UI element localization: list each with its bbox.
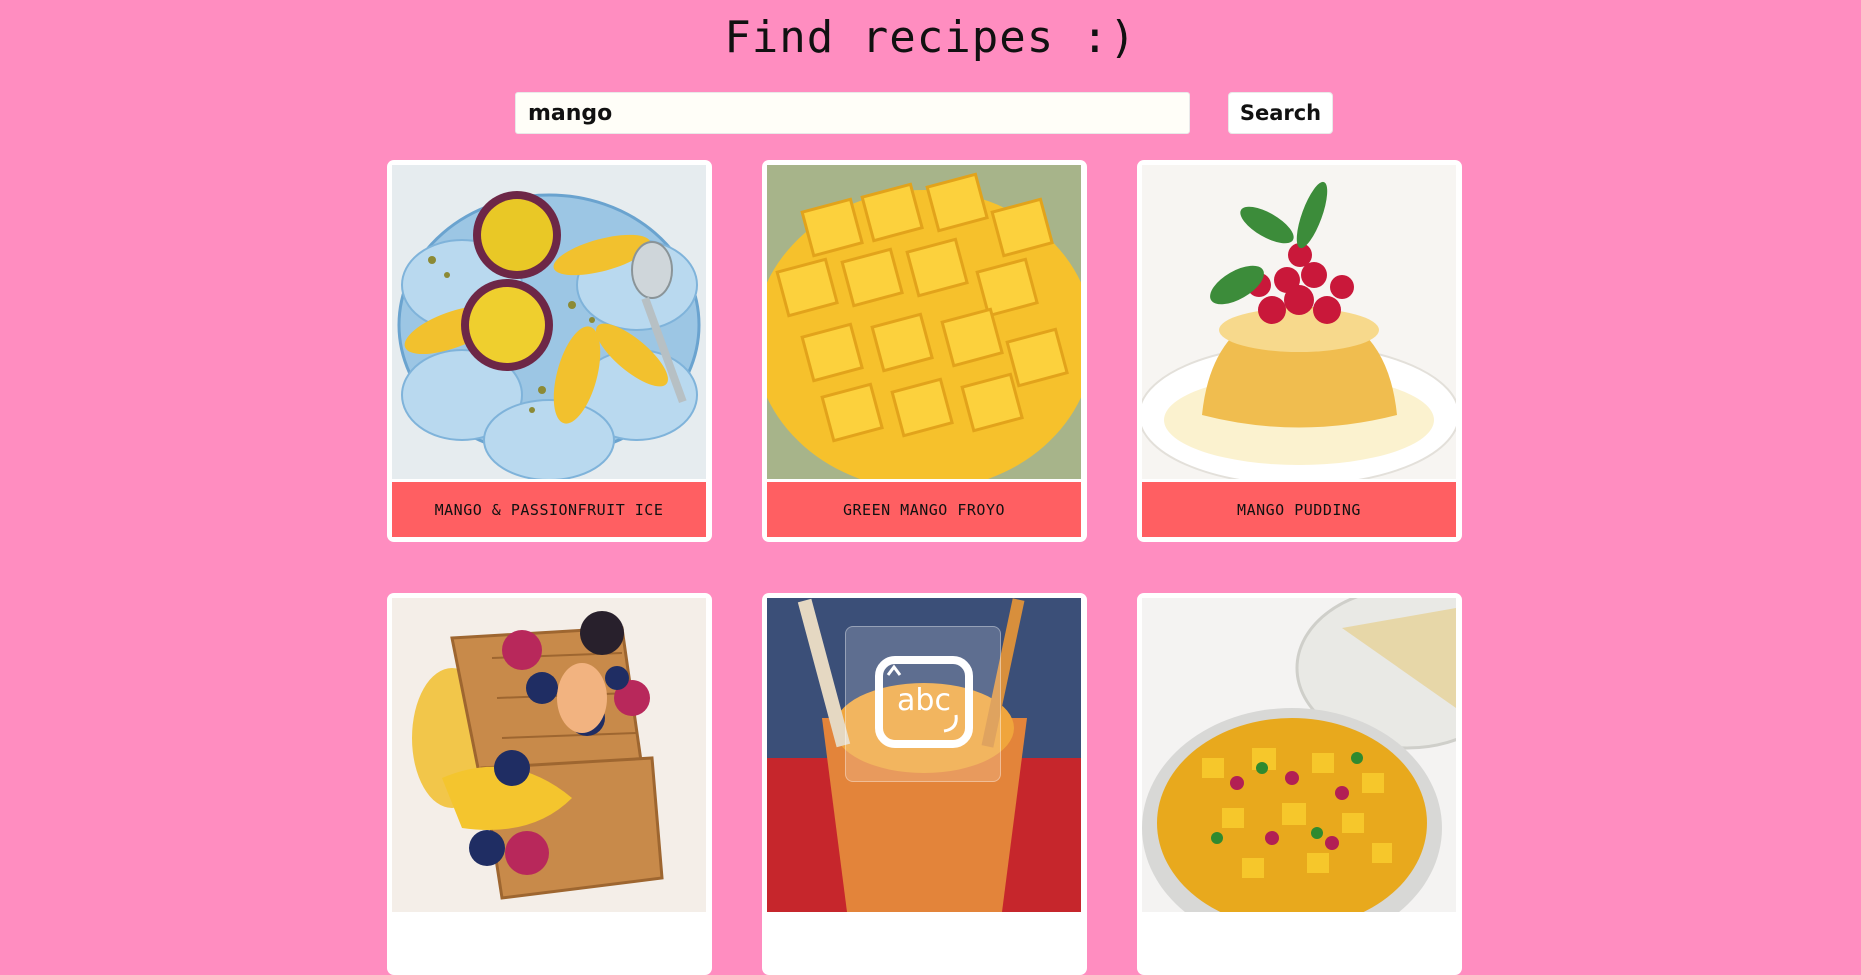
recipe-card[interactable]: abc xyxy=(762,593,1087,975)
recipe-card[interactable]: MANGO PUDDING xyxy=(1137,160,1462,542)
text-recognition-overlay[interactable]: abc xyxy=(845,626,1001,782)
recipe-title: MANGO PUDDING xyxy=(1142,482,1456,537)
recipe-image xyxy=(392,598,706,912)
recipe-card[interactable] xyxy=(387,593,712,975)
recipe-title: MANGO & PASSIONFRUIT ICE xyxy=(392,482,706,537)
search-input[interactable] xyxy=(515,92,1190,134)
recipe-card[interactable] xyxy=(1137,593,1462,975)
overlay-text: abc xyxy=(897,683,951,718)
recipe-image xyxy=(767,165,1081,479)
recipe-image xyxy=(1142,598,1456,912)
search-button[interactable]: Search xyxy=(1228,92,1333,134)
recipe-image xyxy=(392,165,706,479)
page-title: Find recipes :) xyxy=(724,12,1137,63)
recipe-image: abc xyxy=(767,598,1081,912)
recipe-card[interactable]: MANGO & PASSIONFRUIT ICE xyxy=(387,160,712,542)
recipe-title: GREEN MANGO FROYO xyxy=(767,482,1081,537)
recipe-image xyxy=(1142,165,1456,479)
recipe-card[interactable]: GREEN MANGO FROYO xyxy=(762,160,1087,542)
